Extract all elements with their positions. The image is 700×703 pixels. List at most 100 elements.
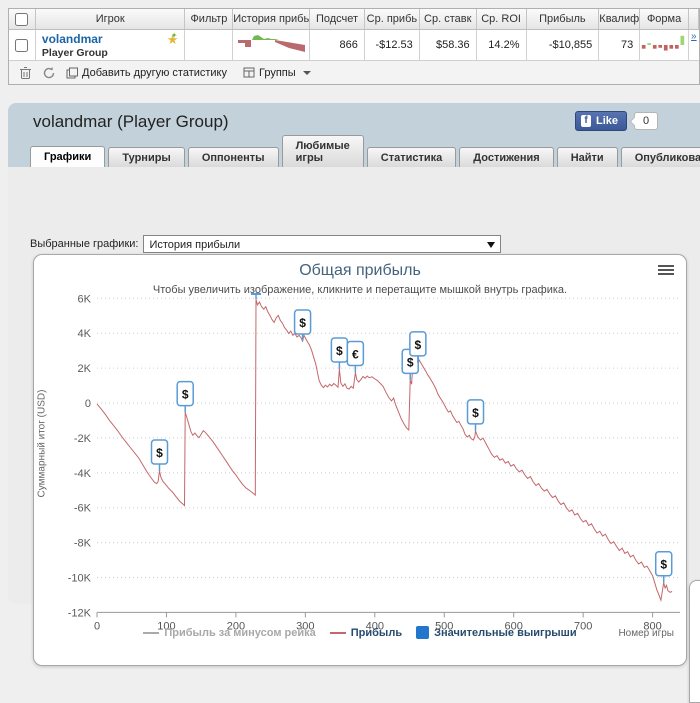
copy-icon <box>66 67 78 78</box>
tab-opponents[interactable]: Оппоненты <box>187 147 279 167</box>
facebook-like-count: 0 <box>634 112 658 130</box>
filter-cell <box>185 30 234 61</box>
select-all-checkbox[interactable] <box>15 12 29 26</box>
win-marker[interactable] <box>251 293 262 300</box>
col-history[interactable]: История прибь <box>233 9 311 30</box>
col-player[interactable]: Игрок <box>35 9 186 30</box>
groups-label: Группы <box>259 66 296 79</box>
delete-icon[interactable] <box>19 66 32 80</box>
col-qualif[interactable]: Квалиф <box>599 9 641 30</box>
refresh-icon[interactable] <box>42 66 56 80</box>
y-tick-label: -8K <box>74 538 92 550</box>
tab-graphs[interactable]: Графики <box>30 146 106 167</box>
win-marker[interactable]: $ <box>654 550 673 583</box>
legend-label-rake: Прибыль за минусом рейка <box>164 626 316 639</box>
x-axis-title: Номер игры <box>618 628 674 639</box>
legend-line-rake <box>143 631 160 634</box>
facebook-like-label: Like <box>595 115 618 127</box>
svg-text:$: $ <box>415 338 422 352</box>
win-marker[interactable]: $ <box>176 380 194 413</box>
panel-title: volandmar (Player Group) <box>33 112 229 131</box>
svg-text:$: $ <box>407 355 414 369</box>
groups-icon <box>243 67 255 78</box>
tab-statistics[interactable]: Статистика <box>366 147 457 167</box>
next-panel-edge <box>689 580 700 703</box>
y-tick-label: -10K <box>68 573 92 585</box>
select-arrow-icon <box>487 242 496 248</box>
profit-line-series[interactable] <box>96 299 673 603</box>
form-bar <box>669 45 674 49</box>
profit-chart-plot[interactable]: 6K4K2K0-2K-4K-6K-8K-10K-12K0 100 200 300 400… <box>34 255 686 665</box>
groups-button[interactable]: Группы <box>243 67 311 79</box>
add-statistic-label: Добавить другую статистику <box>82 66 227 79</box>
y-tick-label: 6K <box>78 293 92 305</box>
col-avg-profit[interactable]: Ср. прибь <box>364 9 420 30</box>
col-avg-stake[interactable]: Ср. ставк <box>419 9 477 30</box>
y-tick-label: 0 <box>85 398 91 410</box>
legend-label-profit: Прибыль <box>350 626 403 639</box>
facebook-like-button[interactable]: f Like <box>574 111 627 131</box>
chart-legend: Прибыль за минусом рейка Прибыль Значите… <box>34 626 686 639</box>
svg-text:$: $ <box>336 344 343 358</box>
win-marker[interactable]: $ <box>466 399 485 431</box>
facebook-like-widget: f Like 0 <box>574 111 658 131</box>
col-filter[interactable]: Фильтр <box>185 9 234 30</box>
player-group-label: Player Group <box>41 47 108 59</box>
qualif-value: 73 <box>599 30 641 61</box>
win-marker[interactable]: $ <box>330 337 349 369</box>
form-bar <box>680 35 685 45</box>
svg-text:$: $ <box>660 558 667 572</box>
sparkline-red-left <box>238 40 252 47</box>
tab-achievements[interactable]: Достижения <box>459 147 554 167</box>
tab-find[interactable]: Найти <box>556 147 618 167</box>
form-bar <box>664 45 668 51</box>
win-marker[interactable]: $ <box>150 439 169 472</box>
tab-tournaments[interactable]: Турниры <box>108 147 185 167</box>
player-cell: volandmar Player Group ★ ✦ <box>35 30 186 61</box>
history-sparkline-cell[interactable] <box>233 30 311 61</box>
profit-chart-container: Общая прибыль Чтобы увеличить изображени… <box>33 254 687 666</box>
svg-text:$: $ <box>156 446 163 460</box>
panel-content: Выбранные графики: История прибыли Общая… <box>8 167 700 666</box>
row-select-cell <box>9 30 36 61</box>
form-chart <box>642 35 685 51</box>
graph-select-value: История прибыли <box>149 239 241 251</box>
groups-caret-icon <box>302 70 311 75</box>
col-extra <box>689 9 699 30</box>
row-checkbox[interactable] <box>15 38 29 52</box>
col-avg-roi[interactable]: Ср. ROI <box>476 9 527 30</box>
y-tick-label: -12K <box>68 607 92 619</box>
sparkline-red-right <box>275 40 306 52</box>
tab-favorite-games[interactable]: Любимые игры <box>281 135 364 167</box>
graph-select[interactable]: История прибыли <box>143 235 502 253</box>
legend-item-wins[interactable]: Значительные выигрыши <box>416 626 577 639</box>
add-statistic-button[interactable]: Добавить другую статистику <box>66 67 227 79</box>
tab-publish[interactable]: Опубликовать <box>620 147 700 167</box>
svg-text:$: $ <box>182 388 189 402</box>
star-badge-icon: ★ ✦ <box>166 31 179 47</box>
profit-value: -$10,855 <box>526 30 600 61</box>
graph-select-row: Выбранные графики: История прибыли <box>30 235 502 253</box>
facebook-icon: f <box>580 115 591 127</box>
profit-sparkline <box>238 35 306 52</box>
legend-item-profit[interactable]: Прибыль <box>329 626 403 639</box>
player-stat-table: Игрок Фильтр История прибь Подсчет Ср. п… <box>8 8 700 85</box>
col-profit[interactable]: Прибыль <box>526 9 600 30</box>
page: Игрок Фильтр История прибь Подсчет Ср. п… <box>0 0 700 703</box>
count-value: 866 <box>310 30 365 61</box>
col-count[interactable]: Подсчет <box>310 9 365 30</box>
legend-square-wins <box>416 626 430 639</box>
panel-header-band: volandmar (Player Group) f Like 0 График… <box>8 103 700 167</box>
form-bar <box>675 45 679 49</box>
svg-text:$: $ <box>299 316 306 330</box>
player-name-link[interactable]: volandmar <box>42 32 103 46</box>
extra-cell: » <box>689 30 700 61</box>
y-tick-label: 4K <box>78 328 92 340</box>
avg-profit-value: -$12.53 <box>364 30 420 61</box>
legend-item-rake[interactable]: Прибыль за минусом рейка <box>143 626 316 639</box>
y-tick-label: -4K <box>74 468 92 480</box>
col-form[interactable]: Форма <box>640 9 690 30</box>
table-toolbar: Добавить другую статистику Группы <box>9 61 699 84</box>
avg-stake-value: $58.36 <box>419 30 477 61</box>
more-link[interactable]: » <box>689 31 697 42</box>
